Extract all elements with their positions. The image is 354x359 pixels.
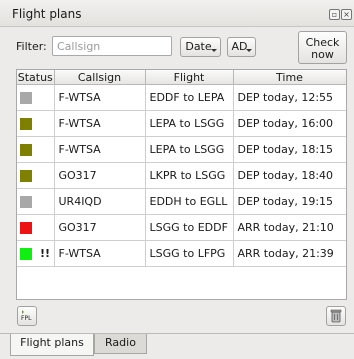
status-indicator	[20, 221, 32, 234]
column-header-time[interactable]: Time	[233, 70, 346, 85]
column-header-flight[interactable]: Flight	[145, 70, 234, 85]
status-indicator	[20, 117, 32, 130]
tab-flight-plans-label: Flight plans	[20, 336, 84, 349]
status-indicator	[20, 247, 32, 260]
check-now-button[interactable]: Check now	[298, 31, 347, 64]
sort-date-dropdown[interactable]: Date	[180, 37, 221, 57]
flight-cell: LSGG to EDDF	[145, 214, 234, 241]
type-ad-label: AD	[231, 40, 248, 53]
callsign-cell: F-WTSA	[54, 84, 146, 111]
status-indicator	[20, 195, 32, 208]
time-cell: ARR today, 21:10	[233, 214, 346, 241]
flight-cell: LEPA to LSGG	[145, 110, 234, 137]
flight-cell: EDDH to EGLL	[145, 188, 234, 215]
status-indicator	[20, 91, 32, 104]
type-ad-dropdown[interactable]: AD	[227, 37, 256, 57]
flight-plans-table: Status Callsign Flight Time F-WTSA EDDF t…	[16, 69, 347, 300]
column-header-status[interactable]: Status	[17, 70, 55, 85]
table-row[interactable]: UR4IQD EDDH to EGLL DEP today, 19:15	[17, 188, 346, 215]
table-row[interactable]: F-WTSA LEPA to LSGG DEP today, 16:00	[17, 110, 346, 137]
trash-icon	[330, 309, 342, 323]
tab-radio[interactable]: Radio	[94, 334, 147, 354]
callsign-cell: F-WTSA	[54, 110, 146, 137]
table-row[interactable]: GO317 LKPR to LSGG DEP today, 18:40	[17, 162, 346, 189]
column-header-callsign[interactable]: Callsign	[54, 70, 146, 85]
status-indicator	[20, 143, 32, 156]
callsign-cell: F-WTSA	[54, 136, 146, 163]
status-cell	[17, 136, 55, 163]
svg-text:FPL: FPL	[21, 315, 32, 322]
status-indicator	[20, 169, 32, 182]
alert-flag: !!	[40, 247, 51, 261]
float-icon[interactable]: ▫	[329, 9, 340, 20]
window-title: Flight plans	[12, 7, 82, 21]
callsign-cell: F-WTSA	[54, 240, 146, 267]
flight-cell: LSGG to LFPG	[145, 240, 234, 267]
flight-cell: LEPA to LSGG	[145, 136, 234, 163]
new-flight-plan-button[interactable]: FPL	[17, 306, 37, 326]
status-cell	[17, 110, 55, 137]
callsign-filter-input[interactable]	[52, 36, 172, 56]
bottom-tab-bar: Flight plans Radio	[0, 333, 354, 359]
table-row[interactable]: GO317 LSGG to EDDF ARR today, 21:10	[17, 214, 346, 241]
close-icon[interactable]: ×	[341, 9, 352, 20]
table-header-row: Status Callsign Flight Time	[17, 70, 346, 85]
flight-cell: LKPR to LSGG	[145, 162, 234, 189]
time-cell: DEP today, 16:00	[233, 110, 346, 137]
sort-date-label: Date	[185, 40, 212, 53]
table-row[interactable]: F-WTSA LEPA to LSGG DEP today, 18:15	[17, 136, 346, 163]
time-cell: DEP today, 18:40	[233, 162, 346, 189]
fpl-icon: FPL	[21, 310, 32, 322]
status-cell	[17, 214, 55, 241]
tab-radio-label: Radio	[105, 336, 136, 349]
time-cell: DEP today, 12:55	[233, 84, 346, 111]
time-cell: DEP today, 18:15	[233, 136, 346, 163]
window-titlebar: Flight plans ▫ ×	[0, 0, 354, 27]
time-cell: ARR today, 21:39	[233, 240, 346, 267]
table-row[interactable]: F-WTSA EDDF to LEPA DEP today, 12:55	[17, 84, 346, 111]
time-cell: DEP today, 19:15	[233, 188, 346, 215]
tab-flight-plans[interactable]: Flight plans	[10, 334, 94, 356]
callsign-cell: GO317	[54, 162, 146, 189]
check-now-label: Check now	[305, 36, 340, 61]
status-cell	[17, 188, 55, 215]
status-cell	[17, 162, 55, 189]
delete-button[interactable]	[326, 306, 346, 326]
table-row[interactable]: !! F-WTSA LSGG to LFPG ARR today, 21:39	[17, 240, 346, 267]
flight-cell: EDDF to LEPA	[145, 84, 234, 111]
callsign-cell: GO317	[54, 214, 146, 241]
status-cell	[17, 84, 55, 111]
callsign-cell: UR4IQD	[54, 188, 146, 215]
status-cell: !!	[17, 240, 55, 267]
filter-label: Filter:	[16, 40, 47, 53]
